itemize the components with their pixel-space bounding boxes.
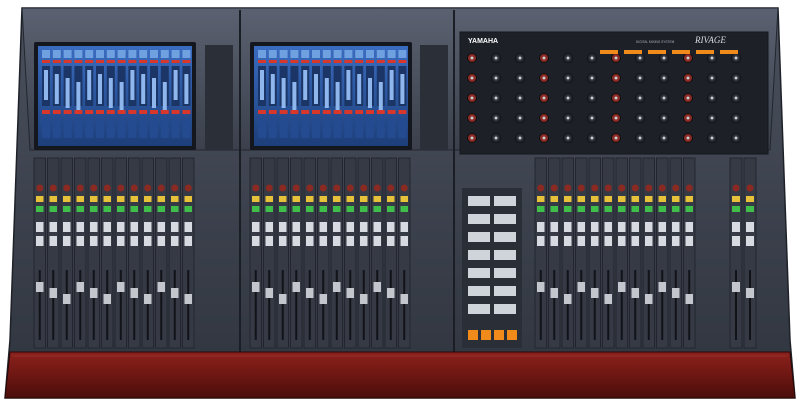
master-section — [462, 188, 522, 348]
model-subtitle: DIGITAL MIXING SYSTEM — [636, 40, 675, 44]
touch-screen-left — [34, 42, 196, 150]
yamaha-logo: YAMAHA — [468, 38, 498, 45]
mixing-console-photo: YAMAHA RIVAGE DIGITAL MIXING SYSTEM — [4, 7, 796, 399]
touch-screen-center — [250, 42, 412, 150]
model-logo: RIVAGE — [694, 35, 726, 45]
control-panel-right: YAMAHA RIVAGE DIGITAL MIXING SYSTEM — [459, 31, 769, 155]
wood-armrest — [4, 351, 796, 399]
